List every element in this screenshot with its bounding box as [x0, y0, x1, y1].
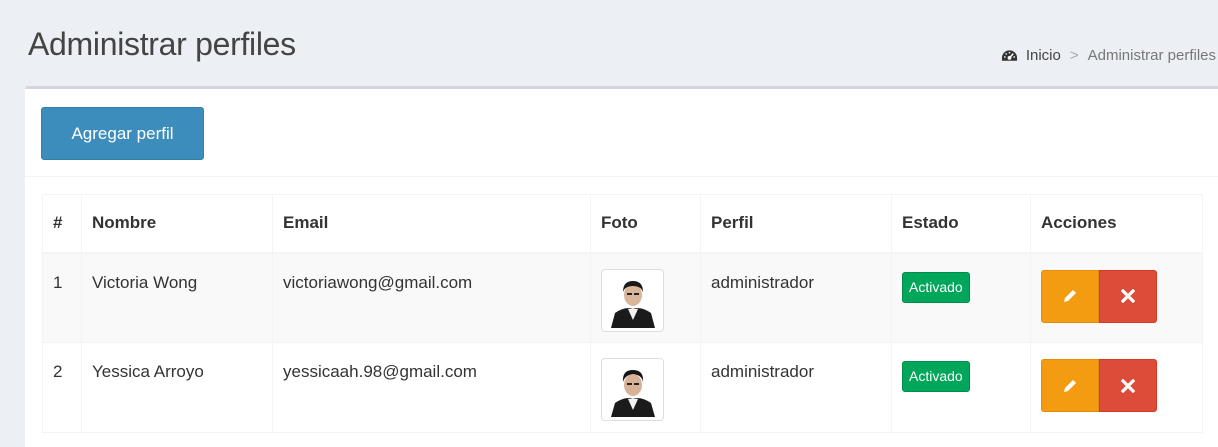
breadcrumb-separator: > [1069, 47, 1079, 64]
user-photo [601, 358, 664, 421]
times-icon [1121, 378, 1135, 393]
status-toggle-button[interactable]: Activado [902, 271, 970, 303]
profiles-table-wrapper: # Nombre Email Foto Perfil Estado Accion… [42, 194, 1203, 433]
page-title: Administrar perfiles [28, 26, 296, 62]
column-header-nombre: Nombre [81, 194, 273, 254]
row-perfil: administrador [700, 342, 892, 433]
row-actions-cell [1030, 252, 1203, 343]
user-photo [601, 268, 664, 332]
row-number: 1 [42, 252, 82, 343]
column-header-acciones: Acciones [1030, 194, 1203, 254]
column-header-foto: Foto [590, 194, 701, 254]
status-toggle-button[interactable]: Activado [902, 361, 970, 392]
page: Administrar perfiles Inicio > Administra… [0, 0, 1218, 447]
edit-button[interactable] [1041, 269, 1099, 323]
pencil-icon [1064, 290, 1076, 302]
column-header-perfil: Perfil [700, 194, 892, 254]
row-perfil: administrador [700, 252, 892, 343]
content-header: Administrar perfiles Inicio > Administra… [10, 10, 1218, 87]
row-number: 2 [42, 342, 82, 433]
action-button-group [1041, 269, 1192, 323]
profiles-box: Agregar perfil # Nombre Email Foto Perfi… [25, 86, 1218, 447]
breadcrumb-home-link[interactable]: Inicio [1026, 47, 1061, 64]
delete-button[interactable] [1099, 359, 1157, 412]
row-nombre: Victoria Wong [81, 252, 273, 343]
column-header-estado: Estado [891, 194, 1031, 254]
row-foto-cell [590, 252, 701, 343]
row-nombre: Yessica Arroyo [81, 342, 273, 433]
row-actions-cell [1030, 342, 1203, 433]
row-estado-cell: Activado [891, 252, 1031, 343]
table-row: 1 Victoria Wong victoriawong@gmail.com a… [42, 252, 1203, 343]
action-button-group [1041, 359, 1192, 412]
row-email: yessicaah.98@gmail.com [272, 342, 591, 433]
add-profile-button[interactable]: Agregar perfil [41, 107, 204, 160]
pencil-icon [1064, 379, 1076, 392]
column-header-number: # [42, 194, 82, 254]
profiles-table: # Nombre Email Foto Perfil Estado Accion… [42, 194, 1203, 433]
dashboard-icon[interactable] [1001, 49, 1018, 63]
breadcrumb: Inicio > Administrar perfiles [1001, 47, 1216, 64]
breadcrumb-current: Administrar perfiles [1087, 47, 1216, 64]
column-header-email: Email [272, 194, 591, 254]
row-email: victoriawong@gmail.com [272, 252, 591, 343]
times-icon [1121, 289, 1135, 303]
table-header-row: # Nombre Email Foto Perfil Estado Accion… [42, 194, 1203, 254]
row-estado-cell: Activado [891, 342, 1031, 433]
row-foto-cell [590, 342, 701, 433]
box-header: Agregar perfil [25, 89, 1218, 177]
delete-button[interactable] [1099, 269, 1157, 323]
edit-button[interactable] [1041, 359, 1099, 412]
table-row: 2 Yessica Arroyo yessicaah.98@gmail.com [42, 342, 1203, 433]
